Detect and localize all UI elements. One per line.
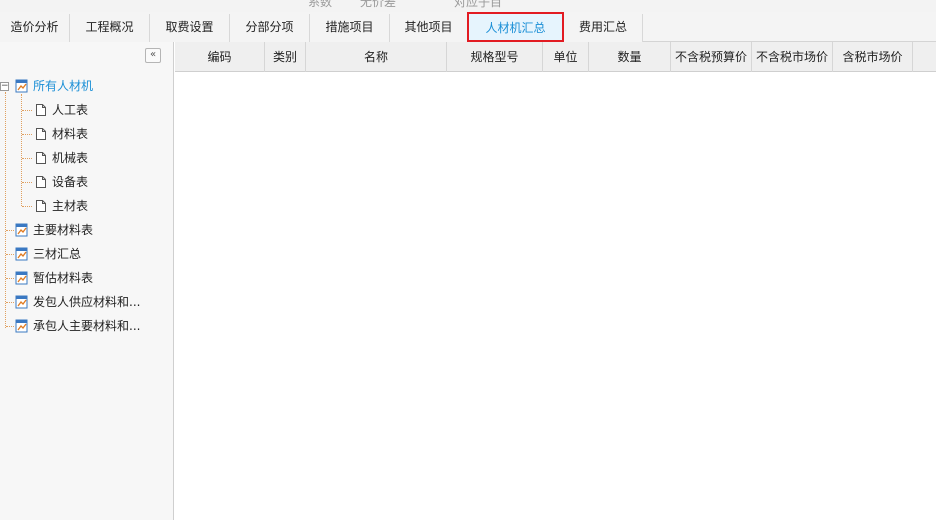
tree-node-label: 所有人材机: [33, 79, 94, 93]
tree-connector: [22, 110, 32, 111]
tree-node-label: 人工表: [52, 103, 89, 117]
table-icon: [15, 247, 28, 261]
tree-node-label: 承包人主要材料和...: [33, 319, 141, 333]
top-toolbar-remnant: 系数 无价差 对应子目: [0, 0, 936, 12]
tree-connector: [6, 254, 14, 255]
tree-node-all-resources[interactable]: 所有人材机: [15, 76, 93, 96]
tree-node-label: 主材表: [52, 199, 89, 213]
tab-fee-summary[interactable]: 费用汇总: [564, 14, 643, 42]
table-icon: [15, 295, 28, 309]
tab-other-items[interactable]: 其他项目: [390, 14, 468, 42]
table-icon: [15, 319, 28, 333]
column-header-pretax-budget-price[interactable]: 不含税预算价: [671, 42, 752, 72]
tree-connector: [6, 326, 14, 327]
top-fragment-2: 无价差: [360, 0, 397, 9]
tree-node-equipment-table[interactable]: 设备表: [34, 172, 88, 192]
column-header-category[interactable]: 类别: [265, 42, 306, 72]
tree-connector: [22, 134, 32, 135]
document-icon: [36, 128, 46, 140]
document-icon: [36, 200, 46, 212]
tree-expander-icon[interactable]: −: [0, 82, 9, 91]
grid-header: 编码 类别 名称 规格型号 单位 数量 不含税预算价 不含税市场价 含税市场价: [175, 42, 936, 72]
tab-sub-items[interactable]: 分部分项: [230, 14, 310, 42]
tree-connector: [22, 206, 32, 207]
category-tree: − 所有人材机 人工表 材料表 机械表 设备表 主材表 主要材料表 三材汇总 暂…: [0, 42, 174, 520]
tree-connector: [5, 92, 6, 328]
column-header-taxed-market-price[interactable]: 含税市场价: [833, 42, 913, 72]
tab-bar: 造价分析 工程概况 取费设置 分部分项 措施项目 其他项目 人材机汇总 费用汇总: [0, 12, 936, 42]
tree-node-three-materials-summary[interactable]: 三材汇总: [15, 244, 81, 264]
tab-measure-items[interactable]: 措施项目: [310, 14, 390, 42]
tree-node-provisional-materials[interactable]: 暂估材料表: [15, 268, 93, 288]
tab-fee-settings[interactable]: 取费设置: [150, 14, 230, 42]
tree-node-employer-supplied-materials[interactable]: 发包人供应材料和...: [15, 292, 140, 312]
left-tree-panel: « − 所有人材机 人工表 材料表 机械表 设备表 主材表 主要材料表 三材汇总…: [0, 42, 174, 520]
table-icon: [15, 223, 28, 237]
column-header-pretax-market-price[interactable]: 不含税市场价: [752, 42, 833, 72]
tree-node-machinery-table[interactable]: 机械表: [34, 148, 88, 168]
tab-labor-material-machine-summary[interactable]: 人材机汇总: [467, 12, 564, 42]
column-header-name[interactable]: 名称: [306, 42, 447, 72]
tab-cost-analysis[interactable]: 造价分析: [0, 14, 70, 42]
tree-node-main-material-table[interactable]: 主材表: [34, 196, 88, 216]
column-header-unit[interactable]: 单位: [543, 42, 589, 72]
top-fragment-3: 对应子目: [454, 0, 503, 9]
document-icon: [36, 104, 46, 116]
resource-grid: 编码 类别 名称 规格型号 单位 数量 不含税预算价 不含税市场价 含税市场价: [175, 42, 936, 520]
column-header-code[interactable]: 编码: [175, 42, 265, 72]
tab-project-overview[interactable]: 工程概况: [70, 14, 150, 42]
tree-node-label: 三材汇总: [33, 247, 82, 261]
top-fragment-1: 系数: [308, 0, 333, 9]
tree-node-material-table[interactable]: 材料表: [34, 124, 88, 144]
grid-body: [175, 72, 936, 520]
tree-node-label: 设备表: [52, 175, 89, 189]
tree-node-labor-table[interactable]: 人工表: [34, 100, 88, 120]
column-header-specification[interactable]: 规格型号: [447, 42, 543, 72]
tree-node-contractor-key-materials[interactable]: 承包人主要材料和...: [15, 316, 140, 336]
document-icon: [36, 176, 46, 188]
tree-connector: [6, 302, 14, 303]
tree-connector: [22, 182, 32, 183]
document-icon: [36, 152, 46, 164]
column-header-quantity[interactable]: 数量: [589, 42, 671, 72]
tree-node-key-materials[interactable]: 主要材料表: [15, 220, 93, 240]
tree-node-label: 机械表: [52, 151, 89, 165]
table-icon: [15, 79, 28, 93]
tree-connector: [22, 158, 32, 159]
tree-node-label: 主要材料表: [33, 223, 94, 237]
table-icon: [15, 271, 28, 285]
tree-node-label: 材料表: [52, 127, 89, 141]
tree-connector: [6, 278, 14, 279]
tree-node-label: 发包人供应材料和...: [33, 295, 141, 309]
tree-connector: [6, 230, 14, 231]
tree-node-label: 暂估材料表: [33, 271, 94, 285]
